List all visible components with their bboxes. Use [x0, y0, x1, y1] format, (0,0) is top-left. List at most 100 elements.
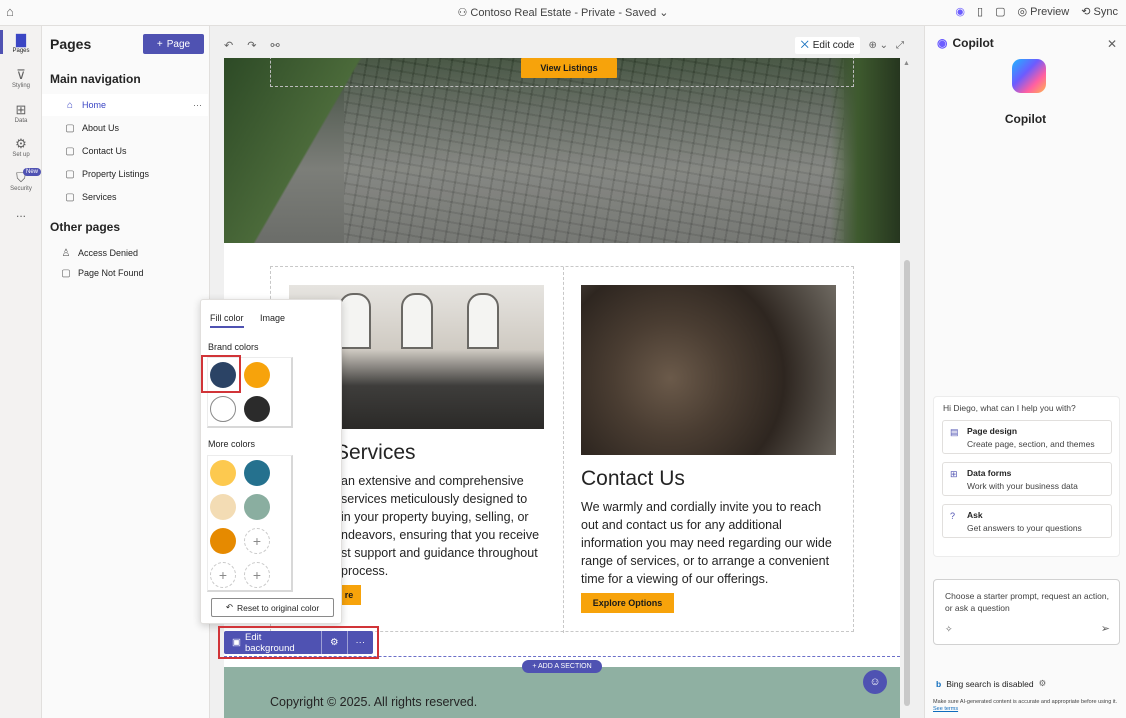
- close-icon[interactable]: ✕: [1107, 37, 1117, 51]
- prompt-data-forms[interactable]: ⊞ Data forms Work with your business dat…: [942, 462, 1112, 496]
- swatch-brand-4[interactable]: [244, 396, 270, 422]
- rail-more-button[interactable]: ...: [0, 206, 42, 220]
- nav-item-access-denied[interactable]: ♙ Access Denied: [42, 242, 208, 264]
- contact-title: Contact Us: [581, 467, 685, 490]
- new-badge: New: [23, 168, 42, 176]
- nav-item-property-listings[interactable]: ▢ Property Listings: [42, 163, 208, 185]
- copilot-input[interactable]: Choose a starter prompt, request an acti…: [933, 579, 1120, 645]
- nav-item-page-not-found[interactable]: ▢ Page Not Found: [42, 262, 208, 284]
- copilot-input-placeholder: Choose a starter prompt, request an acti…: [945, 591, 1109, 613]
- swatch-more-2[interactable]: [244, 460, 270, 486]
- top-actions: ◉ ▯ ▢ ◎ Preview ⟲ Sync: [955, 5, 1118, 18]
- send-icon[interactable]: ➢: [1101, 622, 1110, 635]
- reset-color-button[interactable]: ↶ Reset to original color: [211, 598, 334, 617]
- copilot-icon[interactable]: ◉: [955, 5, 965, 18]
- scrollbar-thumb[interactable]: [904, 260, 910, 706]
- copilot-panel: ◉ Copilot ✕ Copilot Hi Diego, what can I …: [924, 26, 1126, 718]
- other-pages-title: Other pages: [50, 220, 121, 234]
- gear-icon[interactable]: ⚙: [1039, 678, 1047, 689]
- brand-colors-label: Brand colors: [208, 342, 259, 352]
- sparkle-icon[interactable]: ✧: [945, 624, 953, 635]
- undo-icon[interactable]: ↶: [224, 39, 233, 52]
- canvas-right-tools: ⨉ Edit code ⊕ ⌄ ⤢: [794, 37, 904, 54]
- table-icon: ⊞: [15, 102, 27, 117]
- home-icon: ⌂: [66, 99, 74, 111]
- connect-icon[interactable]: ⚯: [270, 39, 279, 52]
- arched-window: [467, 293, 499, 349]
- nav-item-contact-us[interactable]: ▢ Contact Us: [42, 140, 208, 162]
- preview-button[interactable]: ◎ Preview: [1017, 5, 1069, 18]
- redo-icon[interactable]: ↷: [247, 39, 256, 52]
- vscode-icon: ⨉: [800, 40, 809, 51]
- expand-icon[interactable]: ⤢: [896, 40, 904, 51]
- swatch-brand-3[interactable]: [210, 396, 236, 422]
- add-color-icon[interactable]: +: [210, 562, 236, 588]
- more-colors-grid: + + +: [207, 455, 293, 592]
- arched-window: [339, 293, 371, 349]
- view-listings-button[interactable]: View Listings: [521, 58, 617, 78]
- see-terms-link[interactable]: See terms: [933, 706, 958, 712]
- add-page-button[interactable]: + Page: [143, 34, 204, 54]
- brush-icon: ⊽: [16, 67, 26, 82]
- swatch-more-5[interactable]: [210, 528, 236, 554]
- zoom-icon[interactable]: ⊕ ⌄: [868, 40, 888, 51]
- swatch-more-4[interactable]: [244, 494, 270, 520]
- footer-copyright: Copyright © 2025. All rights reserved.: [270, 695, 478, 709]
- bing-status: b Bing search is disabled ⚙: [936, 678, 1047, 689]
- contact-text: We warmly and cordially invite you to re…: [581, 500, 832, 586]
- top-bar: ⌂ ⚇ Contoso Real Estate - Private - Save…: [0, 0, 1126, 26]
- left-rail: ▇ Pages ⊽ Styling ⊞ Data ⚙ Set up New ⛉ Secur…: [0, 26, 42, 718]
- page-icon: ▇: [16, 32, 26, 47]
- rail-item-data[interactable]: ⊞ Data: [0, 102, 42, 124]
- reset-icon: ↶: [225, 602, 233, 612]
- swatch-more-1[interactable]: [210, 460, 236, 486]
- swatch-more-3[interactable]: [210, 494, 236, 520]
- site-icon: ⚇: [457, 7, 471, 19]
- more-options-icon[interactable]: ···: [193, 100, 202, 110]
- explore-options-button[interactable]: Explore Options: [581, 593, 674, 613]
- add-color-icon[interactable]: +: [244, 562, 270, 588]
- copilot-disclaimer: Make sure AI-generated content is accura…: [933, 699, 1118, 712]
- nav-item-home[interactable]: ⌂ Home ···: [42, 94, 208, 116]
- edit-code-button[interactable]: ⨉ Edit code: [794, 37, 861, 54]
- table-icon: ⊞: [950, 469, 958, 479]
- rail-item-pages[interactable]: ▇ Pages: [0, 32, 42, 54]
- nav-item-about-us[interactable]: ▢ About Us: [42, 117, 208, 139]
- scroll-up-icon[interactable]: ▲: [903, 60, 910, 67]
- footer-section[interactable]: Copyright © 2025. All rights reserved. ☺: [224, 667, 900, 718]
- main-navigation-title: Main navigation: [50, 72, 141, 86]
- canvas-scrollbar[interactable]: ▲: [902, 58, 912, 718]
- copilot-header: ◉ Copilot: [937, 36, 994, 50]
- prompt-page-design[interactable]: ▤ Page design Create page, section, and …: [942, 420, 1112, 454]
- sync-button[interactable]: ⟲ Sync: [1081, 5, 1118, 18]
- chat-icon[interactable]: ▢: [995, 5, 1005, 18]
- rail-item-styling[interactable]: ⊽ Styling: [0, 67, 42, 89]
- canvas-tools: ↶ ↷ ⚯: [224, 39, 280, 52]
- add-color-icon[interactable]: +: [244, 528, 270, 554]
- chatbot-icon[interactable]: ☺: [863, 670, 887, 694]
- hero-section[interactable]: View Listings: [224, 58, 900, 243]
- swatch-brand-2[interactable]: [244, 362, 270, 388]
- cards-section[interactable]: Services an extensive and comprehensive …: [270, 266, 854, 633]
- tab-image[interactable]: Image: [260, 313, 285, 323]
- rail-item-setup[interactable]: ⚙ Set up: [0, 136, 42, 158]
- page-icon: ▢: [65, 191, 75, 203]
- rail-item-security[interactable]: New ⛉ Security: [0, 168, 42, 192]
- pages-panel: Pages + Page Main navigation ⌂ Home ··· ▢ A…: [42, 26, 210, 718]
- highlight-edit-toolbar: [218, 626, 379, 659]
- copilot-icon: ◉: [937, 36, 948, 50]
- contact-image[interactable]: [581, 285, 836, 455]
- person-lock-icon: ♙: [61, 247, 71, 259]
- column-divider: [563, 267, 564, 633]
- nav-item-services[interactable]: ▢ Services: [42, 186, 208, 208]
- prompt-ask[interactable]: ? Ask Get answers to your questions: [942, 504, 1112, 538]
- copilot-greeting: Hi Diego, what can I help you with?: [943, 403, 1076, 413]
- add-section-button[interactable]: + ADD A SECTION: [522, 660, 602, 673]
- plus-icon: +: [156, 38, 163, 50]
- color-picker-popover: Fill color Image Brand colors More color…: [200, 299, 342, 624]
- services-title: Services: [335, 441, 416, 464]
- copilot-name: Copilot: [1004, 112, 1047, 126]
- highlight-selected-swatch: [201, 355, 241, 393]
- tablet-icon[interactable]: ▯: [977, 5, 983, 18]
- tab-fill-color[interactable]: Fill color: [210, 313, 244, 328]
